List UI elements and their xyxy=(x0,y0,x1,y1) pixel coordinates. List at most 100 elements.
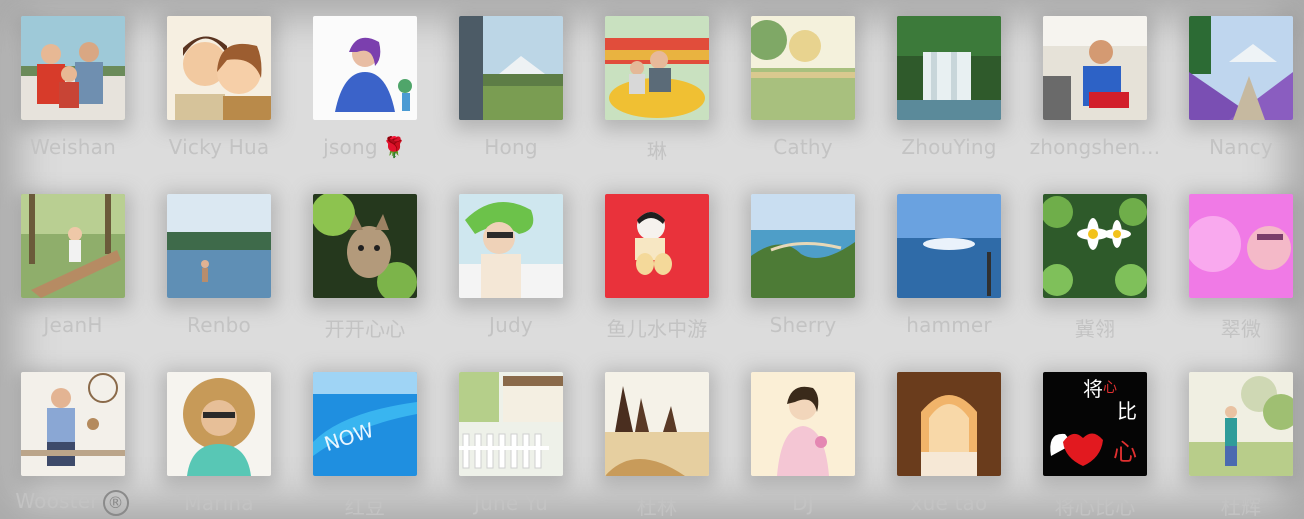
contact-name: 冀翎 xyxy=(1074,317,1116,341)
avatar[interactable] xyxy=(1043,16,1147,120)
contact-item[interactable]: NOW 红豆 xyxy=(292,356,432,519)
avatar[interactable]: 将 心 比 心 xyxy=(1043,372,1147,476)
contact-name: Judy xyxy=(489,313,533,337)
contact-item[interactable]: 杜林 xyxy=(584,356,724,519)
avatar-image xyxy=(21,372,125,476)
avatar[interactable] xyxy=(605,372,709,476)
contact-item[interactable]: xue tao xyxy=(876,356,1016,516)
contact-name: 红豆 xyxy=(344,495,386,519)
avatar-image xyxy=(313,194,417,298)
avatar-image xyxy=(459,16,563,120)
contact-name: JeanH xyxy=(43,313,103,337)
contact-name: Marina xyxy=(184,491,254,515)
avatar[interactable] xyxy=(751,372,855,476)
avatar[interactable] xyxy=(313,194,417,298)
avatar-image xyxy=(21,16,125,120)
contact-name: June Yu xyxy=(474,491,548,515)
contact-item[interactable]: 翠微 xyxy=(1168,178,1304,341)
avatar-image xyxy=(459,372,563,476)
contact-item[interactable]: Judy xyxy=(438,178,578,338)
contact-item[interactable]: 冀翎 xyxy=(1022,178,1162,341)
avatar-image xyxy=(751,372,855,476)
avatar[interactable] xyxy=(21,194,125,298)
contact-item[interactable]: 琳 xyxy=(584,0,724,163)
avatar-image xyxy=(1189,194,1293,298)
avatar[interactable] xyxy=(459,372,563,476)
avatar[interactable] xyxy=(313,16,417,120)
heart-char-2: 心 xyxy=(1103,380,1117,396)
avatar[interactable] xyxy=(605,194,709,298)
contact-item[interactable]: Weishan xyxy=(0,0,140,160)
avatar[interactable] xyxy=(1189,194,1293,298)
contact-name: 琳 xyxy=(646,139,668,163)
avatar[interactable] xyxy=(1189,372,1293,476)
avatar-image xyxy=(167,194,271,298)
avatar[interactable] xyxy=(751,16,855,120)
avatar[interactable] xyxy=(897,16,1001,120)
avatar[interactable] xyxy=(21,16,125,120)
avatar[interactable] xyxy=(21,372,125,476)
contact-name: zhongshen… xyxy=(1029,135,1161,159)
contact-item[interactable]: jsong 🌹 xyxy=(292,0,432,160)
contact-item[interactable]: 杜辉 xyxy=(1168,356,1304,519)
avatar-image xyxy=(167,16,271,120)
contact-item[interactable]: Renbo xyxy=(146,178,286,338)
avatar[interactable] xyxy=(459,194,563,298)
heart-char-1: 将 xyxy=(1083,377,1103,401)
contact-item[interactable]: June Yu xyxy=(438,356,578,516)
contact-name: Sherry xyxy=(769,313,837,337)
avatar-image xyxy=(21,194,125,298)
contact-name: DJ xyxy=(792,491,814,515)
avatar-image xyxy=(751,16,855,120)
contact-item[interactable]: 鱼儿水中游 xyxy=(584,178,724,341)
contact-name: Renbo xyxy=(187,313,251,337)
avatar[interactable] xyxy=(167,194,271,298)
avatar[interactable]: NOW xyxy=(313,372,417,476)
contact-name: 开开心心 xyxy=(324,317,406,341)
contact-name: Cathy xyxy=(773,135,833,159)
contact-item[interactable]: DJ xyxy=(730,356,870,516)
contact-grid: Weishan Vicky Hua jsong 🌹 Hong 琳 Cathy Z… xyxy=(0,0,1304,519)
avatar-image xyxy=(897,16,1001,120)
avatar-image xyxy=(605,194,709,298)
contact-item[interactable]: Vicky Hua xyxy=(146,0,286,160)
avatar[interactable] xyxy=(897,372,1001,476)
contact-name: Wooster ® xyxy=(0,489,158,516)
contact-item[interactable]: Sherry xyxy=(730,178,870,338)
avatar[interactable] xyxy=(1043,194,1147,298)
avatar-image xyxy=(897,372,1001,476)
avatar[interactable] xyxy=(167,372,271,476)
contact-name: xue tao xyxy=(910,491,988,515)
avatar[interactable] xyxy=(167,16,271,120)
contact-name: 杜辉 xyxy=(1220,495,1262,519)
avatar[interactable] xyxy=(605,16,709,120)
avatar[interactable] xyxy=(751,194,855,298)
rose-icon: 🌹 xyxy=(381,135,407,159)
avatar-image xyxy=(605,16,709,120)
contact-item[interactable]: Hong xyxy=(438,0,578,160)
avatar[interactable] xyxy=(897,194,1001,298)
contact-item[interactable]: JeanH xyxy=(0,178,140,338)
contact-item[interactable]: ZhouYing xyxy=(876,0,1016,160)
contact-name: jsong 🌹 xyxy=(323,135,407,159)
avatar-image: 将 心 比 心 xyxy=(1043,372,1147,476)
contact-item[interactable]: Wooster ® xyxy=(0,356,140,516)
avatar[interactable] xyxy=(459,16,563,120)
avatar-image xyxy=(313,16,417,120)
contact-item[interactable]: 开开心心 xyxy=(292,178,432,341)
registered-icon: ® xyxy=(102,489,129,516)
contact-name: Hong xyxy=(484,135,538,159)
contact-item[interactable]: hammer xyxy=(876,178,1016,338)
contact-item[interactable]: Nancy xyxy=(1168,0,1304,160)
avatar-image xyxy=(167,372,271,476)
contact-item[interactable]: 将 心 比 心 将心比心 xyxy=(1022,356,1162,519)
avatar[interactable] xyxy=(1189,16,1293,120)
contact-item[interactable]: zhongshen… xyxy=(1022,0,1162,160)
avatar-image: NOW xyxy=(313,372,417,476)
contact-name: ZhouYing xyxy=(901,135,997,159)
contact-name: 杜林 xyxy=(636,495,678,519)
contact-item[interactable]: Marina xyxy=(146,356,286,516)
contact-item[interactable]: Cathy xyxy=(730,0,870,160)
avatar-image xyxy=(1043,194,1147,298)
avatar-image xyxy=(605,372,709,476)
